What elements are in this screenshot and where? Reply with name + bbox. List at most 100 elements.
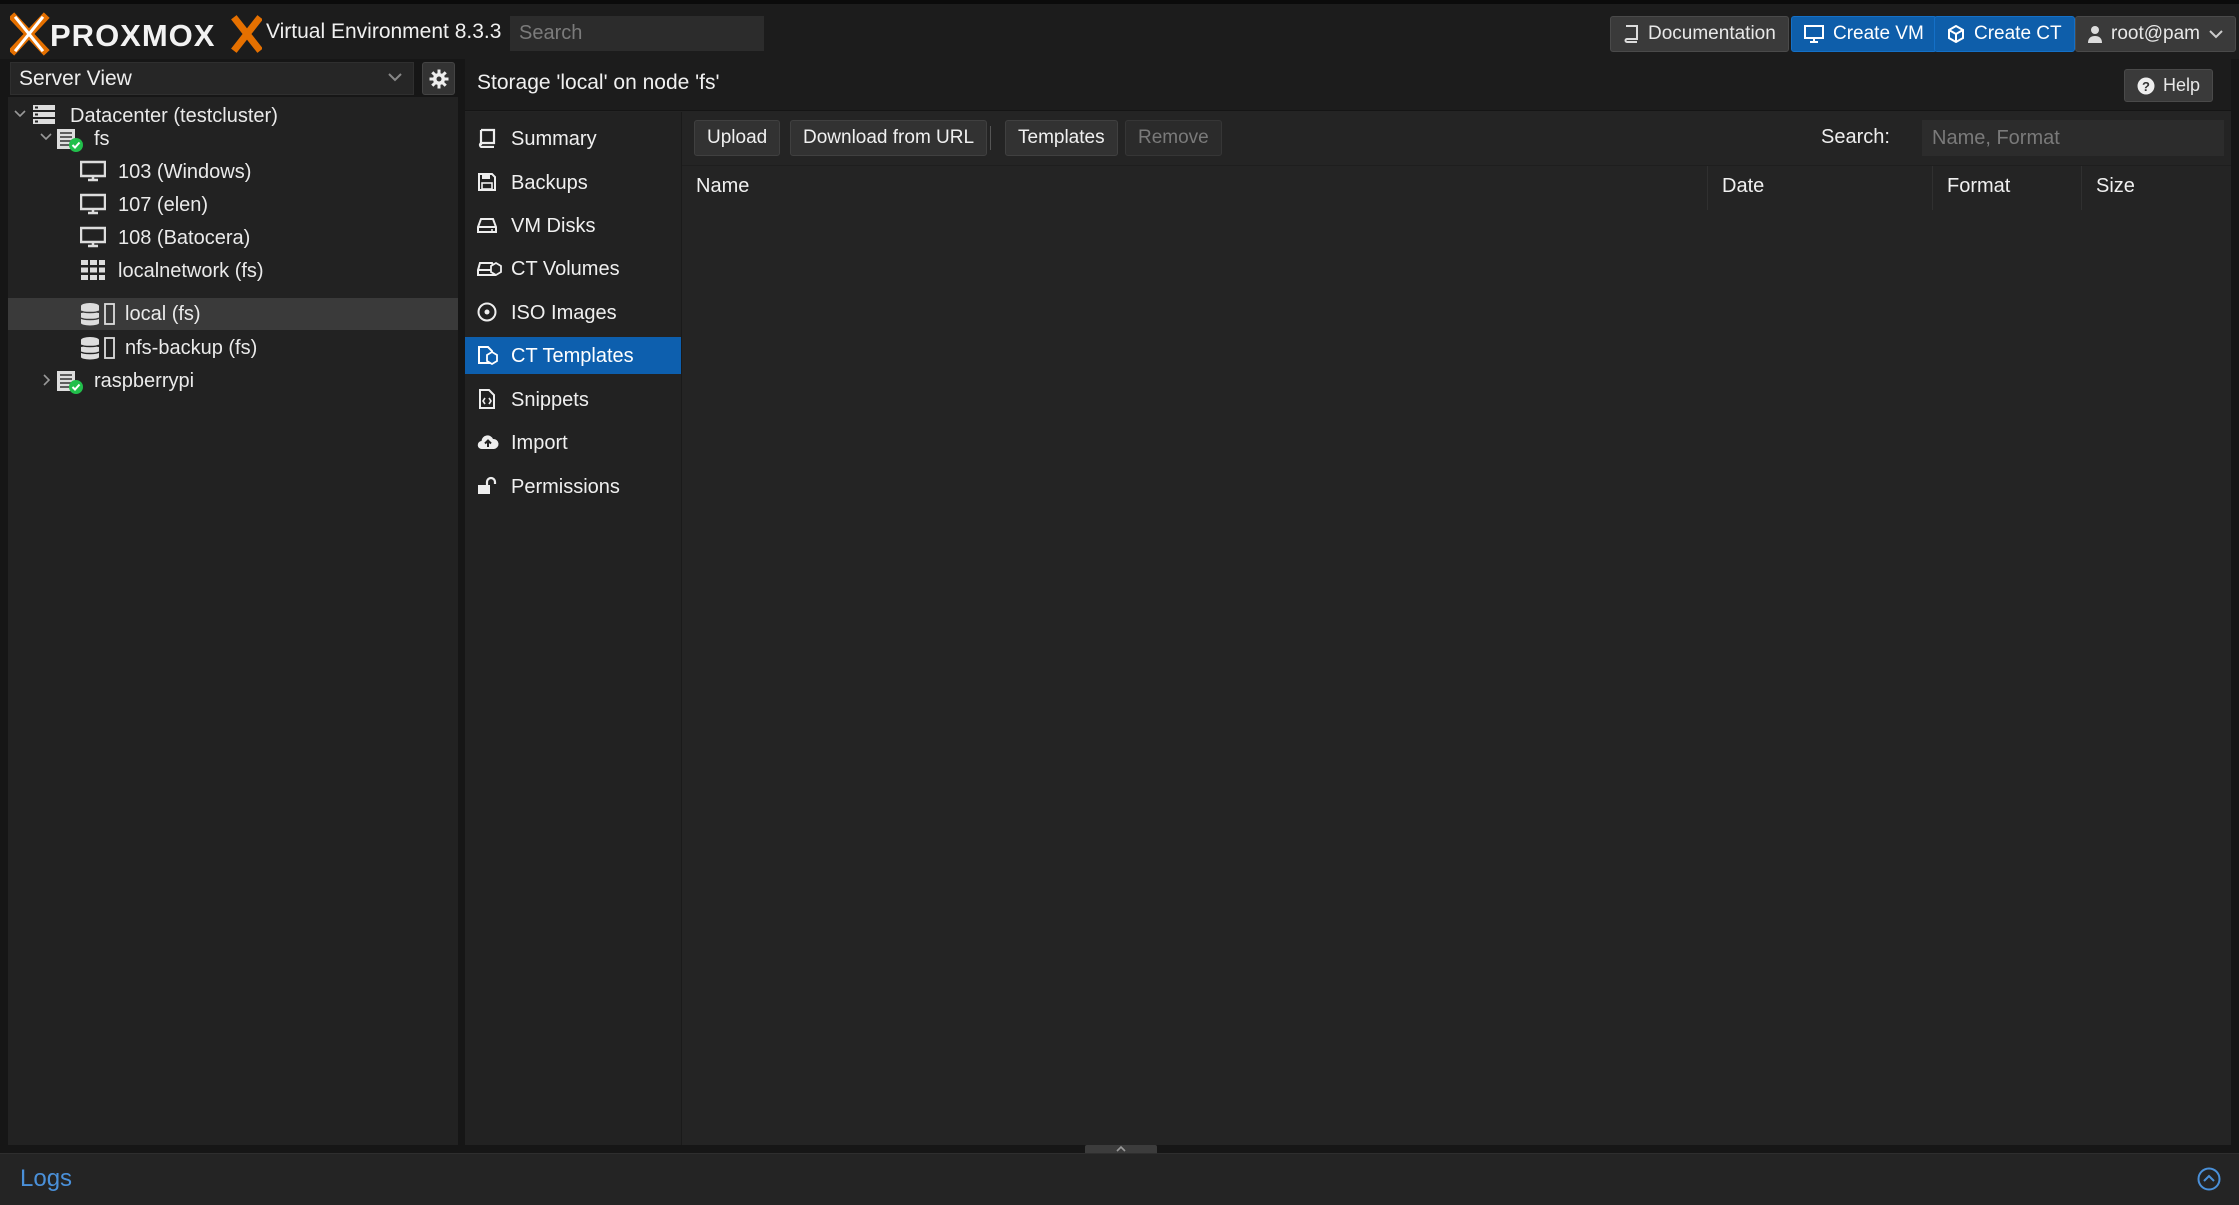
storage-subnav: Summary Backups VM Disks CT Volumes ISO … — [465, 112, 682, 1145]
gear-icon — [429, 69, 448, 88]
content-toolbar: Upload Download from URL Templates Remov… — [682, 112, 2231, 166]
chevron-right-icon[interactable] — [42, 374, 52, 386]
tree-node-label: local (fs) — [125, 303, 201, 325]
help-button[interactable]: ? Help — [2123, 69, 2213, 102]
documentation-label: Documentation — [1648, 23, 1776, 44]
view-select-value: Server View — [19, 67, 132, 90]
grid-header: Name Date Format Size — [682, 166, 2231, 210]
svg-text:?: ? — [2142, 79, 2150, 94]
tree-node-local-storage[interactable]: local (fs) — [8, 298, 458, 330]
tree-node-vm-108[interactable]: 108 (Batocera) — [8, 222, 458, 254]
panel-header: Storage 'local' on node 'fs' ? Help — [465, 59, 2231, 111]
upload-button[interactable]: Upload — [694, 120, 781, 156]
nav-label: ISO Images — [511, 302, 617, 324]
nav-iso-images[interactable]: ISO Images — [465, 294, 681, 331]
global-search-input[interactable] — [510, 16, 764, 51]
nav-snippets[interactable]: Snippets — [465, 381, 681, 418]
unlock-icon — [478, 476, 497, 494]
book-icon — [478, 128, 496, 148]
filter-label: Search: — [1821, 126, 1890, 148]
product-version: Virtual Environment 8.3.3 — [266, 20, 502, 43]
tree-node-label: 107 (elen) — [118, 194, 209, 216]
book-icon — [1624, 25, 1638, 43]
main-panel: Storage 'local' on node 'fs' ? Help Summ… — [465, 59, 2231, 1145]
create-vm-button[interactable]: Create VM — [1791, 16, 1937, 52]
tree-node-label: fs — [94, 128, 110, 150]
nav-label: CT Volumes — [511, 258, 620, 280]
nav-label: Permissions — [511, 476, 620, 498]
log-panel-header: Logs — [0, 1153, 2239, 1205]
nav-label: VM Disks — [511, 215, 596, 237]
hdd-icon — [477, 218, 497, 233]
chevron-down-icon — [388, 73, 402, 82]
templates-button[interactable]: Templates — [1005, 120, 1118, 156]
question-circle-icon: ? — [2137, 77, 2155, 94]
chevron-down-icon — [2209, 30, 2223, 39]
tree-node-vm-107[interactable]: 107 (elen) — [8, 189, 458, 221]
tree-node-localnetwork[interactable]: localnetwork (fs) — [8, 255, 458, 287]
disc-icon — [477, 302, 497, 322]
logs-title: Logs — [20, 1165, 73, 1192]
view-select[interactable]: Server View — [10, 62, 414, 95]
nav-label: Summary — [511, 128, 597, 150]
chevron-down-icon[interactable] — [14, 109, 26, 119]
toolbar-separator — [990, 126, 991, 150]
nav-backups[interactable]: Backups — [465, 164, 681, 201]
filter-input[interactable] — [1922, 120, 2224, 156]
tree-node-label: 108 (Batocera) — [118, 227, 251, 249]
chevron-down-icon[interactable] — [40, 132, 52, 142]
create-ct-button[interactable]: Create CT — [1934, 16, 2075, 52]
cloud-upload-icon — [477, 435, 499, 450]
view-selector-bar: Server View — [8, 59, 458, 97]
nav-ct-templates[interactable]: CT Templates — [465, 337, 681, 374]
tree-node-nfs-backup-storage[interactable]: nfs-backup (fs) — [8, 332, 458, 364]
ct-template-icon — [478, 346, 498, 365]
tree-node-fs[interactable]: fs — [8, 123, 458, 155]
nav-summary[interactable]: Summary — [465, 120, 681, 157]
help-label: Help — [2162, 75, 2200, 95]
nav-label: Import — [511, 432, 568, 454]
tree-node-raspberrypi[interactable]: raspberrypi — [8, 365, 458, 397]
documentation-button[interactable]: Documentation — [1610, 16, 1789, 52]
tree-settings-button[interactable] — [422, 62, 455, 95]
floppy-icon — [478, 173, 496, 191]
user-label: root@pam — [2111, 23, 2200, 44]
tree-node-vm-103[interactable]: 103 (Windows) — [8, 156, 458, 188]
expand-circle-icon[interactable] — [2197, 1167, 2221, 1191]
sdn-grid-icon — [81, 260, 105, 280]
create-vm-label: Create VM — [1833, 23, 1924, 44]
tree-node-label: 103 (Windows) — [118, 161, 252, 183]
user-menu-button[interactable]: root@pam — [2075, 16, 2236, 52]
download-from-url-button[interactable]: Download from URL — [790, 120, 988, 156]
column-header-name[interactable]: Name — [682, 166, 1708, 210]
vm-monitor-icon — [80, 193, 106, 215]
nav-ct-volumes[interactable]: CT Volumes — [465, 250, 681, 287]
user-icon — [2088, 26, 2102, 43]
ct-volume-icon — [477, 261, 502, 277]
proxmox-logo[interactable]: PROXMOX — [10, 12, 262, 56]
nav-permissions[interactable]: Permissions — [465, 468, 681, 505]
page-title: Storage 'local' on node 'fs' — [477, 71, 720, 94]
tree-node-label: localnetwork (fs) — [118, 260, 264, 282]
nav-vm-disks[interactable]: VM Disks — [465, 207, 681, 244]
vm-monitor-icon — [80, 160, 106, 182]
column-header-size[interactable]: Size — [2082, 166, 2231, 210]
nav-import[interactable]: Import — [465, 424, 681, 461]
top-bar: PROXMOX Virtual Environment 8.3.3 Docume… — [0, 0, 2239, 59]
column-header-format[interactable]: Format — [1933, 166, 2082, 210]
resource-tree-panel: Server View Datacenter (testcluster) fs … — [8, 59, 458, 1145]
nav-label: Snippets — [511, 389, 589, 411]
remove-button[interactable]: Remove — [1125, 120, 1222, 156]
node-online-icon — [57, 129, 83, 152]
ct-templates-content: Upload Download from URL Templates Remov… — [682, 112, 2231, 1145]
vm-monitor-icon — [80, 226, 106, 248]
logo-wordmark: PROXMOX — [50, 18, 215, 53]
column-header-date[interactable]: Date — [1708, 166, 1933, 210]
nav-label: Backups — [511, 172, 588, 194]
grid-body[interactable] — [682, 210, 2231, 1145]
nav-label: CT Templates — [511, 345, 634, 367]
tree-node-label: raspberrypi — [94, 370, 195, 392]
tree-node-label: nfs-backup (fs) — [125, 337, 258, 359]
cube-icon — [1948, 25, 1964, 43]
desktop-icon — [1804, 25, 1824, 43]
